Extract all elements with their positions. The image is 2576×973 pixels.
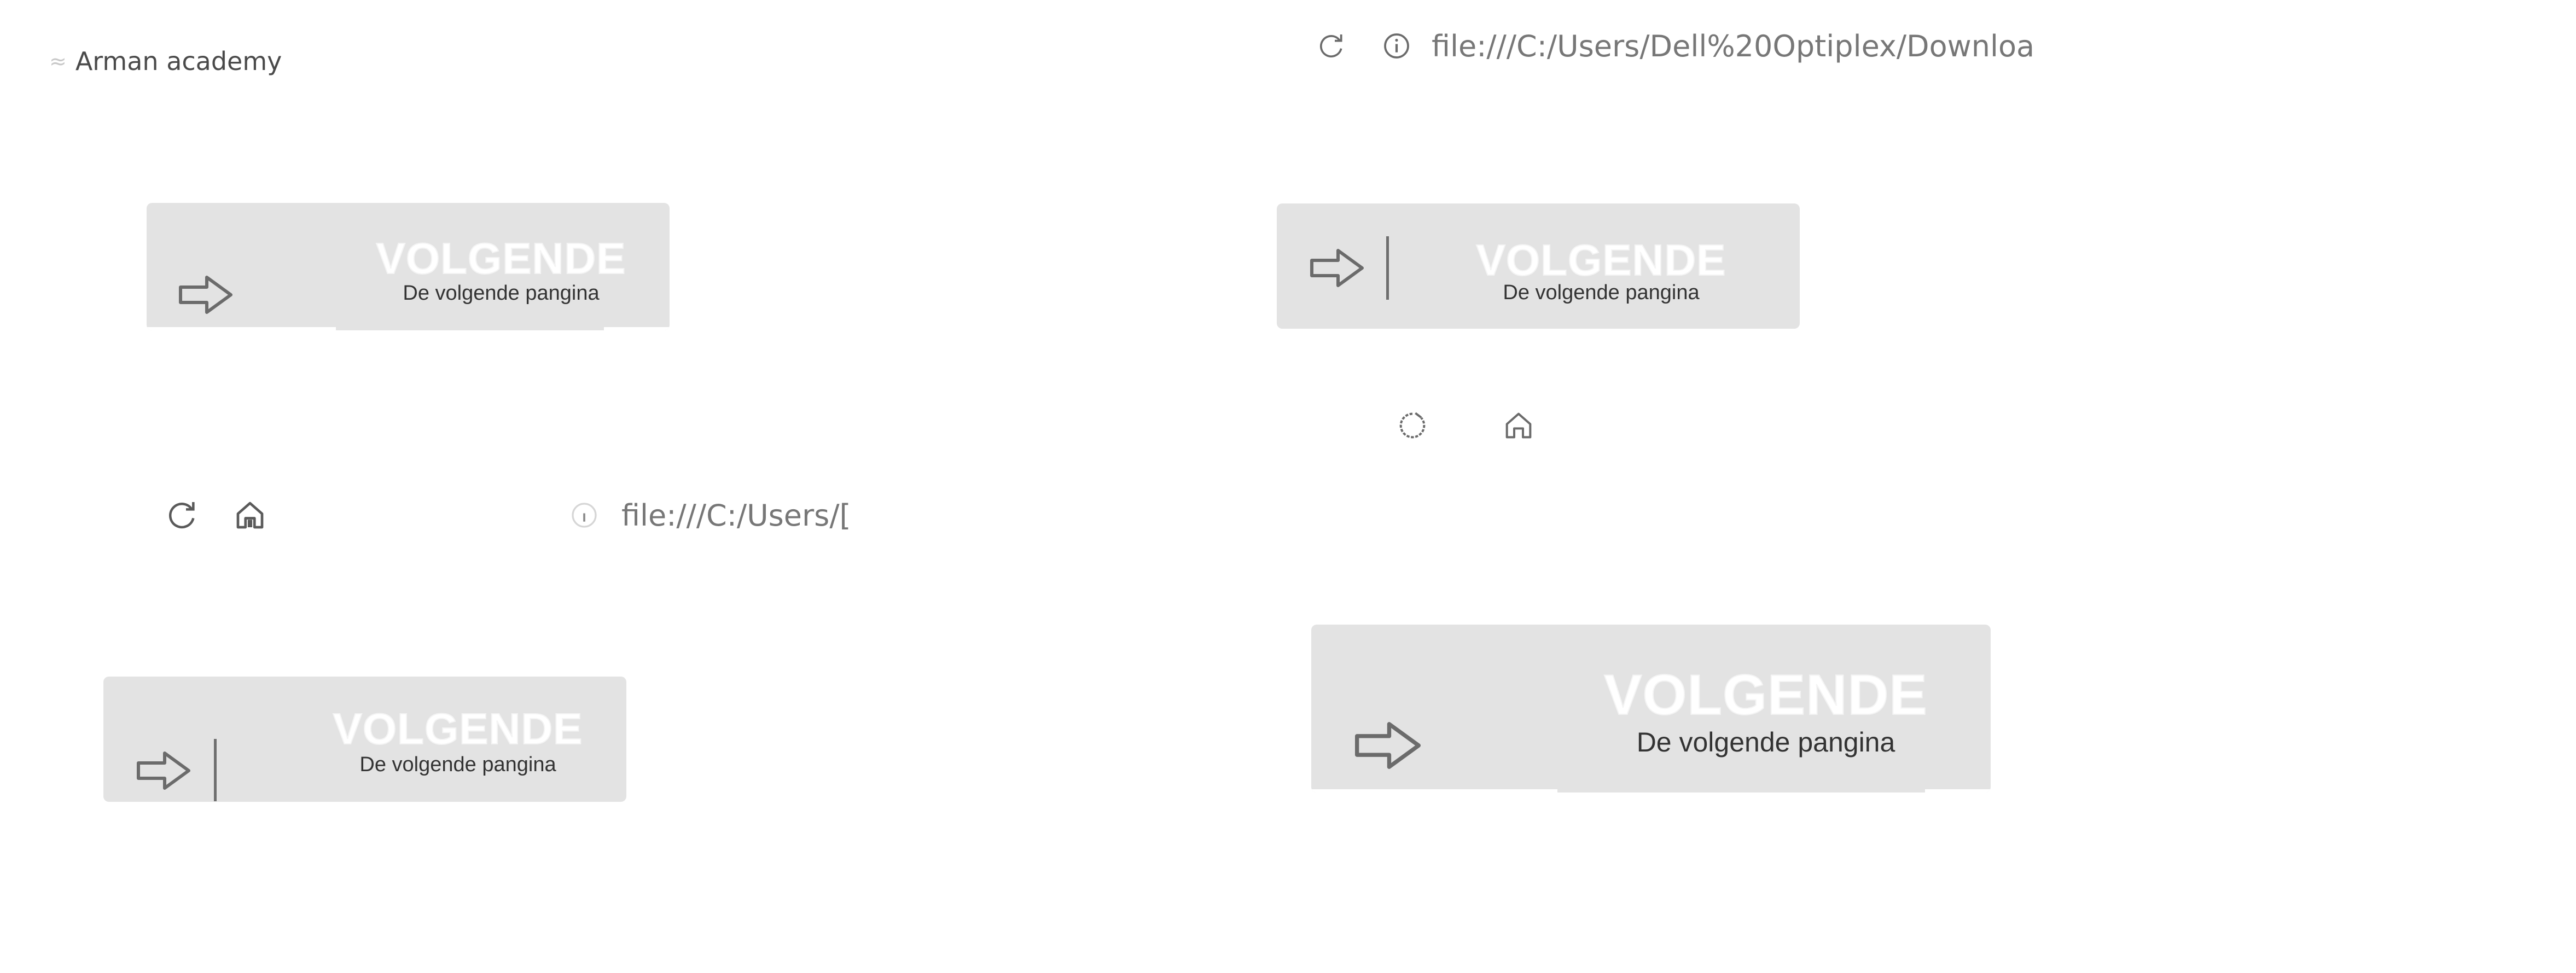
button-title: VOLGENDE [333,704,583,754]
home-icon[interactable] [232,497,268,533]
loading-icon[interactable] [1395,408,1430,443]
button-notch [147,327,336,330]
button-subtitle: De volgende pangina [1636,727,1895,758]
button-subtitle: De volgende pangina [1503,281,1700,304]
volgende-button[interactable]: VOLGENDE De volgende pangina [1311,625,1991,793]
button-title: VOLGENDE [1603,663,1928,727]
button-subtitle: De volgende pangina [359,753,556,776]
url-text[interactable]: file:///C:/Users/Dell%20Optiplex/Downloa [1432,29,2034,63]
browser-tab[interactable]: ≈ Arman academy [49,44,282,79]
button-title: VOLGENDE [376,234,626,283]
info-icon[interactable] [569,500,600,531]
button-notch [1925,789,1991,793]
arrow-right-icon [177,273,234,319]
volgende-button[interactable]: VOLGENDE De volgende pangina [103,677,626,802]
button-divider [214,739,217,801]
reload-icon[interactable] [1316,31,1346,61]
arrow-right-icon [1309,246,1365,293]
globe-icon: ≈ [49,49,67,73]
url-text[interactable]: file:///C:/Users/[ [621,498,851,533]
arrow-right-icon [1353,719,1423,775]
address-bar-middle: file:///C:/Users/[ [164,494,856,536]
button-notch [604,327,670,330]
arrow-right-icon [135,749,192,795]
button-divider [1386,236,1389,300]
volgende-button[interactable]: VOLGENDE De volgende pangina [1277,203,1800,329]
reload-icon[interactable] [164,498,199,533]
button-title: VOLGENDE [1476,235,1726,285]
volgende-button[interactable]: VOLGENDE De volgende pangina [147,203,670,330]
nav-icons-right [1395,406,1536,445]
address-bar-top: file:///C:/Users/Dell%20Optiplex/Downloa [1316,26,2038,66]
button-subtitle: De volgende pangina [403,282,600,305]
tab-title: Arman academy [75,46,282,76]
home-icon[interactable] [1501,408,1536,443]
button-notch [1311,789,1557,793]
info-icon[interactable] [1381,31,1412,61]
